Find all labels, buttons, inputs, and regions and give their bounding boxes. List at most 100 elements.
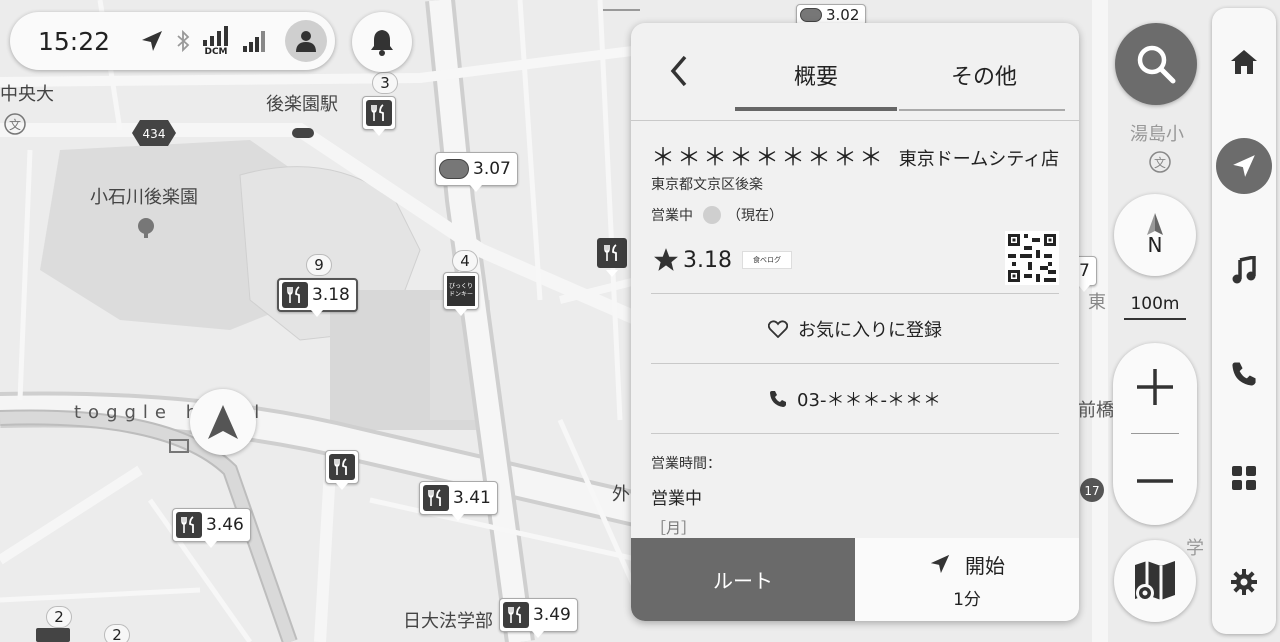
compass-button[interactable]: N xyxy=(1114,194,1196,276)
fork-knife-icon xyxy=(423,485,449,511)
restaurant-poi[interactable] xyxy=(325,450,359,490)
qr-code xyxy=(1005,231,1059,285)
notification-button[interactable] xyxy=(352,12,412,72)
location-arrow-icon xyxy=(140,29,164,53)
plus-icon xyxy=(1137,369,1173,405)
star-icon xyxy=(654,248,678,271)
tab-other[interactable]: その他 xyxy=(901,59,1067,91)
donki-logo-icon: びっくりドンキー xyxy=(447,276,475,306)
hours-day: ［月］ xyxy=(651,519,697,537)
map-settings-button[interactable] xyxy=(1114,540,1196,622)
map-label-yushima: 湯島小 xyxy=(1130,124,1184,145)
cafe-poi[interactable]: 3.07 xyxy=(435,152,518,192)
poi-cluster-count: 4 xyxy=(452,250,478,272)
minus-icon xyxy=(1137,479,1173,483)
phone-icon xyxy=(769,390,787,408)
travel-duration: 1分 xyxy=(953,589,981,610)
map-label-nichidai: 日大法学部 xyxy=(403,611,493,632)
map-settings-icon xyxy=(1135,561,1175,602)
navigation-arrow-icon xyxy=(208,405,238,439)
sidebar-item-settings[interactable] xyxy=(1212,552,1276,612)
open-status-label: 営業中 xyxy=(651,208,693,224)
sidebar-item-apps[interactable] xyxy=(1212,448,1276,508)
back-button[interactable] xyxy=(661,53,697,89)
fork-knife-icon xyxy=(329,454,355,480)
music-note-icon xyxy=(1232,256,1256,284)
start-guidance-button[interactable]: 開始 1分 xyxy=(855,538,1079,621)
divider xyxy=(631,120,1079,121)
compass-north-label: N xyxy=(1147,233,1163,257)
sidebar-item-phone[interactable] xyxy=(1212,344,1276,404)
zoom-in-button[interactable] xyxy=(1113,343,1197,431)
map-label-gaku: 学 xyxy=(1186,538,1204,559)
restaurant-poi[interactable] xyxy=(362,96,396,136)
zoom-control xyxy=(1113,343,1197,525)
place-address: 東京都文京区後楽 xyxy=(651,177,763,193)
app-sidebar xyxy=(1212,8,1276,634)
chevron-left-icon xyxy=(670,55,687,87)
phone-button[interactable]: 03-＊＊＊-＊＊＊ xyxy=(651,365,1059,433)
map-label-maebashi: 前橋 xyxy=(1078,400,1114,421)
poi-rating: 3.02 xyxy=(826,6,860,24)
status-bar: 15:22 DCM xyxy=(10,12,335,70)
hours-label: 営業時間： xyxy=(651,456,721,472)
current-location-marker xyxy=(190,389,256,455)
cafe-logo-icon xyxy=(439,159,469,179)
bell-icon xyxy=(371,30,393,56)
map-label-soto: 外 xyxy=(612,484,630,505)
map-label-higashi: 東 xyxy=(1088,292,1106,313)
carrier-label: DCM xyxy=(204,46,228,57)
restaurant-poi[interactable] xyxy=(594,236,630,277)
poi-rating: 3.18 xyxy=(312,285,350,305)
poi-rating: 3.07 xyxy=(473,159,511,179)
divider xyxy=(651,433,1059,434)
navigation-arrow-icon xyxy=(1233,155,1255,177)
fork-knife-icon xyxy=(503,602,529,628)
sidebar-item-home[interactable] xyxy=(1212,32,1276,92)
fork-knife-icon xyxy=(282,282,308,308)
map-scale: 100m xyxy=(1124,294,1186,320)
user-avatar[interactable] xyxy=(285,20,327,62)
restaurant-poi[interactable]: 3.49 xyxy=(499,598,578,638)
zoom-divider xyxy=(1131,433,1179,434)
favorite-button[interactable]: お気に入りに登録 xyxy=(651,295,1059,363)
scale-label: 100m xyxy=(1130,294,1180,314)
restaurant-poi[interactable]: 3.46 xyxy=(172,508,251,548)
open-status-now: （現在） xyxy=(727,208,783,224)
tab-active-indicator xyxy=(735,107,897,111)
compass-needle-icon xyxy=(1147,213,1163,235)
poi-cluster-count: 2 xyxy=(104,624,130,642)
panel-tabs: 概要 その他 xyxy=(631,23,1079,121)
zoom-out-button[interactable] xyxy=(1113,437,1197,525)
person-icon xyxy=(296,31,316,52)
route-17-label: 17 xyxy=(1084,484,1099,498)
place-name: ＊＊＊＊＊＊＊＊＊ 東京ドームシティ店 xyxy=(651,137,1059,172)
sidebar-item-navigation[interactable] xyxy=(1212,136,1276,196)
home-icon xyxy=(1231,50,1257,74)
poi-cluster-count: 9 xyxy=(306,254,332,276)
fork-knife-icon xyxy=(366,100,392,126)
route-button[interactable]: ルート xyxy=(631,538,855,621)
map-label-chuodai: 中央大 xyxy=(0,84,54,105)
poi-rating: 3.46 xyxy=(206,515,244,535)
donki-poi[interactable]: びっくりドンキー xyxy=(443,272,479,316)
restaurant-poi-selected[interactable]: 3.18 xyxy=(277,278,358,317)
phone-icon xyxy=(1232,362,1256,386)
cafe-logo-icon xyxy=(800,8,822,22)
phone-number: 03-＊＊＊-＊＊＊ xyxy=(797,390,941,411)
fork-knife-icon xyxy=(597,238,627,268)
search-button[interactable] xyxy=(1115,23,1197,105)
fork-knife-icon xyxy=(176,512,202,538)
map-label-korakuen-station: 後楽園駅 xyxy=(266,94,338,115)
scale-bar xyxy=(1124,318,1186,320)
restaurant-poi[interactable]: 3.41 xyxy=(419,481,498,521)
dcm-signal-icon: DCM xyxy=(202,25,230,57)
place-detail-panel: 概要 その他 ＊＊＊＊＊＊＊＊＊ 東京ドームシティ店 東京都文京区後楽 営業中 … xyxy=(631,23,1079,621)
svg-text:文: 文 xyxy=(9,117,21,132)
tab-overview[interactable]: 概要 xyxy=(735,59,897,91)
sidebar-item-music[interactable] xyxy=(1212,240,1276,300)
tabelog-logo: 食べログ xyxy=(741,251,792,269)
tab-divider xyxy=(899,109,1065,111)
hours-value: 営業中 xyxy=(651,489,702,509)
apps-grid-icon xyxy=(1232,466,1256,490)
